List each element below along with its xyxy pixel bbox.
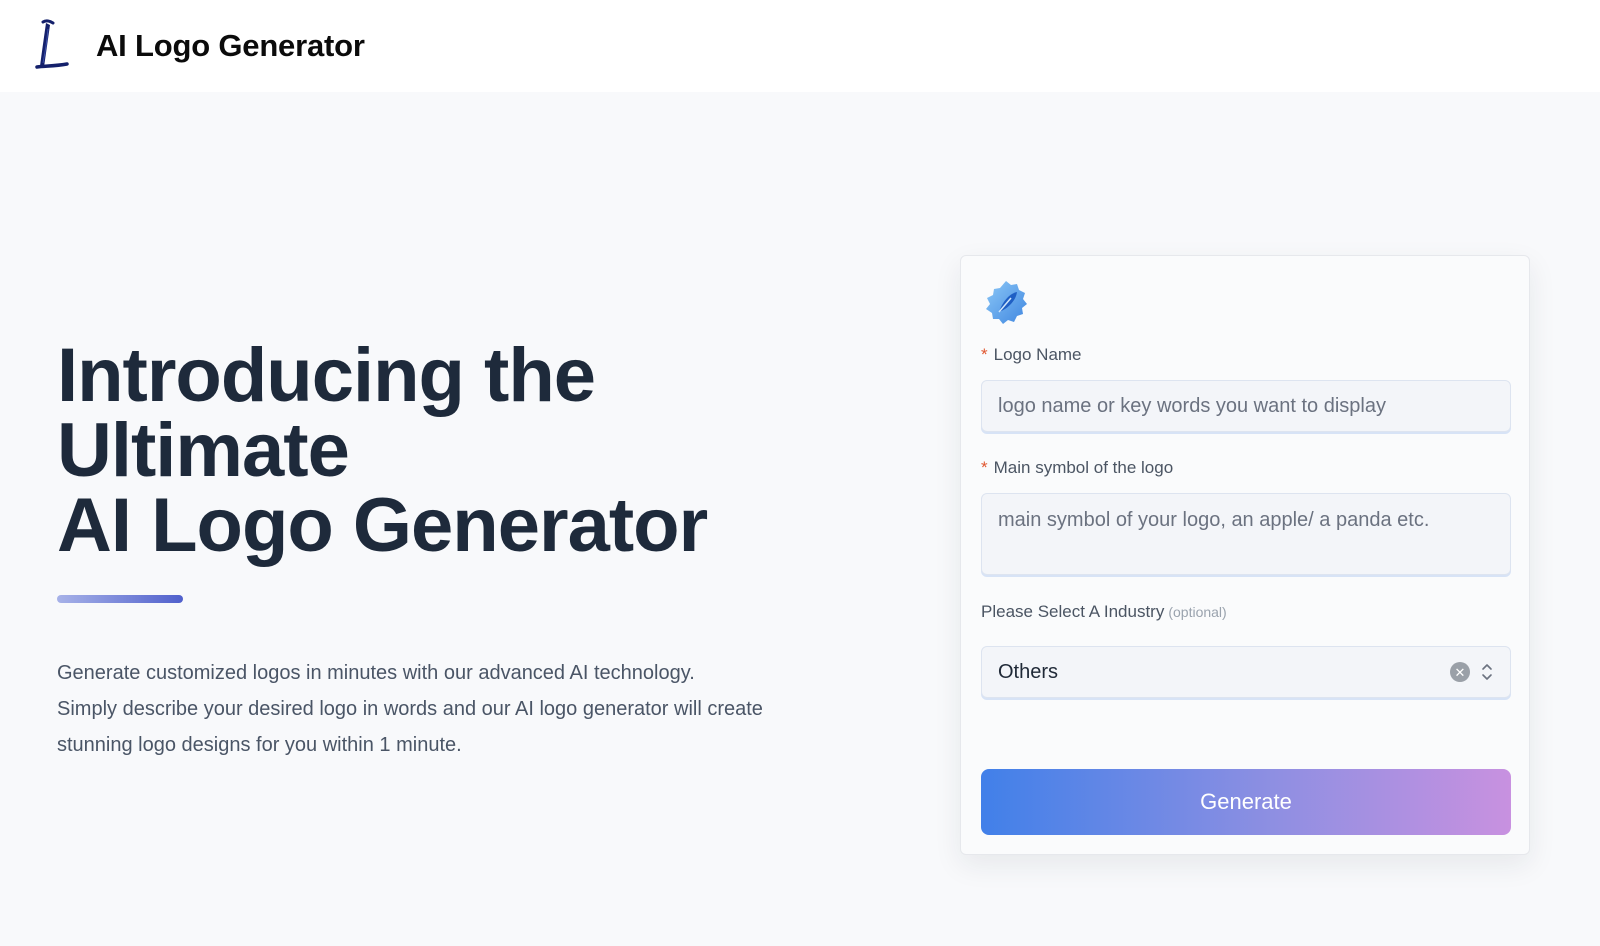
logo-name-label: * Logo Name <box>981 345 1082 365</box>
industry-select[interactable]: Others ✕ <box>981 646 1511 698</box>
brand-logo-icon[interactable] <box>32 19 72 73</box>
hero-description-line: stunning logo designs for you within 1 m… <box>57 734 462 756</box>
required-mark: * <box>981 458 988 477</box>
hero-title: Introducing the Ultimate AI Logo Generat… <box>57 333 877 568</box>
main-symbol-textarea[interactable] <box>981 493 1511 575</box>
optional-hint: (optional) <box>1168 604 1227 620</box>
hero-title-line: AI Logo Generator <box>57 483 708 568</box>
hero-description-line: Generate customized logos in minutes wit… <box>57 662 695 684</box>
main-symbol-label: * Main symbol of the logo <box>981 458 1173 478</box>
industry-label-text: Please Select A Industry <box>981 602 1165 621</box>
app-title[interactable]: AI Logo Generator <box>96 28 365 64</box>
top-header: AI Logo Generator <box>0 0 1600 92</box>
logo-form-card: * Logo Name * Main symbol of the logo Plea… <box>960 255 1530 855</box>
clear-icon[interactable]: ✕ <box>1450 662 1470 682</box>
generate-button[interactable]: Generate <box>981 769 1511 835</box>
logo-name-input[interactable] <box>981 380 1511 432</box>
hero-title-line: Introducing the <box>57 333 596 418</box>
badge-feather-icon <box>986 281 1027 324</box>
hero-title-line: Ultimate <box>57 408 350 493</box>
title-underline <box>57 595 183 603</box>
hero-section: Introducing the Ultimate AI Logo Generat… <box>57 338 877 763</box>
industry-selected-value: Others <box>998 660 1059 683</box>
main-symbol-label-text: Main symbol of the logo <box>993 458 1174 477</box>
hero-description-line: Simply describe your desired logo in wor… <box>57 698 763 720</box>
required-mark: * <box>981 345 988 364</box>
logo-name-label-text: Logo Name <box>993 345 1082 364</box>
industry-label: Please Select A Industry (optional) <box>981 602 1227 622</box>
chevron-updown-icon[interactable] <box>1480 661 1494 683</box>
hero-description: Generate customized logos in minutes wit… <box>57 655 857 763</box>
